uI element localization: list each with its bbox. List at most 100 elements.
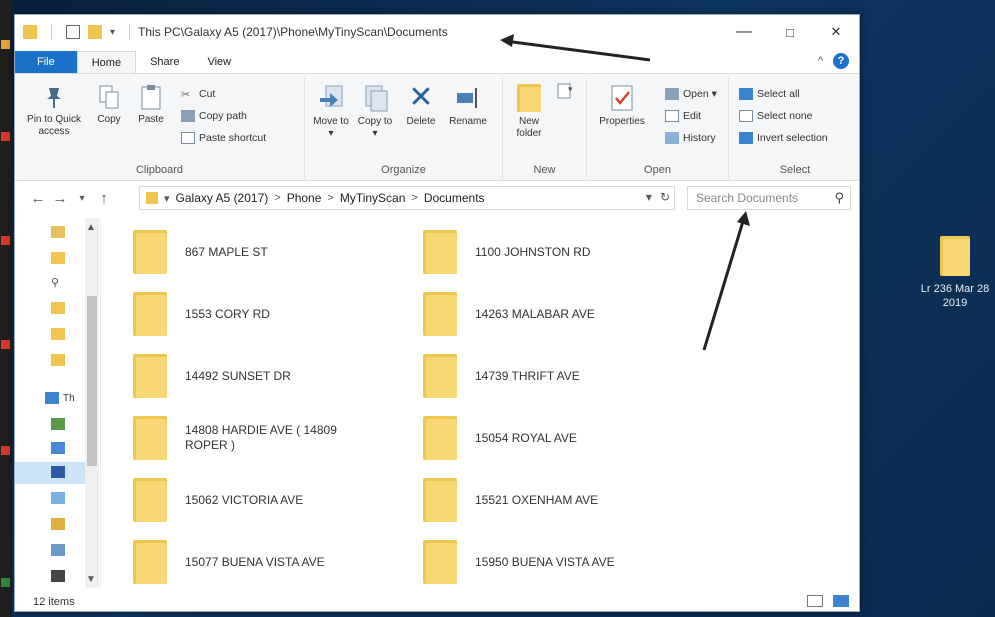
select-none-button[interactable]: Select none bbox=[739, 110, 812, 122]
desktop-shortcut-icon[interactable] bbox=[1, 40, 10, 49]
customize-qat-icon[interactable]: ▾ bbox=[110, 27, 115, 38]
maximize-button[interactable]: □ bbox=[767, 15, 813, 49]
search-input[interactable]: Search Documents bbox=[696, 191, 798, 205]
folder-item[interactable]: 15077 BUENA VISTA AVE bbox=[133, 540, 385, 584]
tab-home[interactable]: Home bbox=[76, 51, 137, 73]
nav-scroll-thumb[interactable] bbox=[87, 296, 97, 466]
up-arrow-icon[interactable]: ↑ bbox=[93, 190, 115, 207]
search-icon: ⚲ bbox=[51, 277, 60, 289]
breadcrumb-phone[interactable]: Phone bbox=[287, 191, 322, 205]
back-arrow-icon[interactable]: ← bbox=[27, 190, 49, 207]
nav-item[interactable]: ⚲ bbox=[51, 276, 65, 289]
nav-item[interactable] bbox=[51, 354, 65, 366]
desktop-shortcut-icon[interactable] bbox=[1, 578, 10, 587]
copy-button[interactable]: Copy bbox=[91, 84, 127, 126]
folder-item[interactable]: 14263 MALABAR AVE bbox=[423, 292, 675, 336]
nav-item[interactable] bbox=[51, 226, 65, 238]
folder-name: 14808 HARDIE AVE ( 14809 ROPER ) bbox=[185, 423, 337, 452]
invert-selection-button[interactable]: Invert selection bbox=[739, 132, 828, 144]
nav-item[interactable] bbox=[51, 442, 65, 454]
desktop-folder-icon[interactable]: Lr 236 Mar 28 2019 bbox=[920, 236, 990, 310]
folder-item[interactable]: 15062 VICTORIA AVE bbox=[133, 478, 385, 522]
nav-item[interactable] bbox=[51, 492, 65, 504]
scroll-down-arrow-icon[interactable]: ▼ bbox=[86, 574, 96, 585]
folder-item[interactable]: 14492 SUNSET DR bbox=[133, 354, 385, 398]
cut-button[interactable]: ✂ Cut bbox=[181, 88, 215, 101]
desktop-shortcut-icon[interactable] bbox=[1, 446, 10, 455]
desktop-folder-label: Lr 236 Mar 28 2019 bbox=[920, 283, 990, 309]
folder-icon bbox=[423, 292, 457, 336]
paste-shortcut-button[interactable]: Paste shortcut bbox=[181, 132, 266, 144]
address-bar[interactable]: ▾ Galaxy A5 (2017) > Phone > MyTinyScan … bbox=[139, 186, 675, 210]
folder-item[interactable]: 14739 THRIFT AVE bbox=[423, 354, 675, 398]
nav-item[interactable] bbox=[51, 570, 65, 582]
desktop-shortcut-icon[interactable] bbox=[1, 236, 10, 245]
breadcrumb-mytinyscan[interactable]: MyTinyScan bbox=[340, 191, 406, 205]
tab-share[interactable]: Share bbox=[136, 51, 193, 73]
properties-qat-icon[interactable] bbox=[66, 25, 80, 39]
new-folder-icon bbox=[517, 84, 541, 112]
nav-item[interactable] bbox=[51, 466, 65, 478]
details-view-icon[interactable] bbox=[807, 595, 823, 607]
select-all-button[interactable]: Select all bbox=[739, 88, 800, 100]
folder-item[interactable]: 1553 CORY RD bbox=[133, 292, 385, 336]
breadcrumb-separator-icon[interactable]: > bbox=[274, 192, 280, 204]
folder-item[interactable]: 867 MAPLE ST bbox=[133, 230, 385, 274]
folder-item[interactable]: 15054 ROYAL AVE bbox=[423, 416, 675, 460]
nav-item[interactable] bbox=[51, 328, 65, 340]
folder-icon bbox=[423, 354, 457, 398]
refresh-icon[interactable]: ↻ bbox=[660, 190, 670, 204]
breadcrumb-documents[interactable]: Documents bbox=[424, 191, 485, 205]
folder-item[interactable]: 15521 OXENHAM AVE bbox=[423, 478, 675, 522]
search-icon[interactable]: ⚲ bbox=[834, 190, 844, 206]
nav-item[interactable] bbox=[51, 418, 65, 430]
address-dropdown-icon[interactable]: ▾ bbox=[646, 190, 652, 204]
forward-arrow-icon[interactable]: → bbox=[49, 190, 71, 207]
copy-icon bbox=[98, 84, 120, 110]
pin-to-quick-access-button[interactable]: Pin to Quick access bbox=[21, 84, 87, 138]
breadcrumb-root-chevron-icon[interactable]: ▾ bbox=[164, 192, 170, 205]
breadcrumb-galaxy[interactable]: Galaxy A5 (2017) bbox=[176, 191, 269, 205]
edit-icon bbox=[665, 110, 679, 122]
nav-item[interactable] bbox=[51, 252, 65, 264]
folder-item[interactable]: 1100 JOHNSTON RD bbox=[423, 230, 675, 274]
new-folder-button[interactable]: New folder bbox=[511, 84, 547, 140]
tab-file[interactable]: File bbox=[15, 51, 77, 73]
breadcrumb-separator-icon[interactable]: > bbox=[327, 192, 333, 204]
move-to-button[interactable]: Move to ▾ bbox=[311, 84, 351, 140]
new-item-icon: ▾ bbox=[554, 82, 576, 104]
copy-path-button[interactable]: Copy path bbox=[181, 110, 247, 122]
navigation-bar: ← → ▾ ↑ ▾ Galaxy A5 (2017) > Phone > MyT… bbox=[15, 181, 859, 215]
rename-button[interactable]: Rename bbox=[445, 84, 491, 128]
close-button[interactable]: ✕ bbox=[813, 15, 859, 49]
history-button[interactable]: History bbox=[665, 132, 716, 144]
folder-item[interactable]: 14808 HARDIE AVE ( 14809 ROPER ) bbox=[133, 416, 365, 460]
collapse-ribbon-icon[interactable]: ^ bbox=[818, 55, 823, 67]
delete-button[interactable]: ✕ Delete bbox=[401, 83, 441, 128]
paste-button[interactable]: Paste bbox=[131, 84, 171, 126]
help-icon[interactable]: ? bbox=[833, 53, 849, 69]
properties-button[interactable]: Properties bbox=[593, 84, 651, 128]
nav-item[interactable] bbox=[51, 518, 65, 530]
desktop-shortcut-icon[interactable] bbox=[1, 340, 10, 349]
nav-item[interactable] bbox=[51, 302, 65, 314]
search-box[interactable]: Search Documents ⚲ bbox=[687, 186, 851, 210]
breadcrumb-separator-icon[interactable]: > bbox=[411, 192, 417, 204]
new-item-button[interactable]: ▾ bbox=[551, 82, 579, 108]
new-folder-qat-icon[interactable] bbox=[88, 25, 102, 39]
recent-locations-chevron-icon[interactable]: ▾ bbox=[71, 193, 93, 204]
tab-view[interactable]: View bbox=[193, 51, 245, 73]
edit-button[interactable]: Edit bbox=[665, 110, 701, 122]
copy-to-button[interactable]: Copy to ▾ bbox=[355, 84, 395, 140]
select-none-icon bbox=[739, 110, 753, 122]
desktop-shortcut-icon[interactable] bbox=[1, 132, 10, 141]
large-icons-view-icon[interactable] bbox=[833, 595, 849, 607]
nav-item[interactable] bbox=[51, 544, 65, 556]
folder-item[interactable]: 15950 BUENA VISTA AVE bbox=[423, 540, 675, 584]
minimize-button[interactable]: — bbox=[721, 15, 767, 49]
scroll-up-arrow-icon[interactable]: ▲ bbox=[86, 222, 96, 233]
nav-item-this-pc[interactable]: Th bbox=[45, 392, 75, 404]
nav-selection-highlight bbox=[15, 462, 85, 484]
folder-icon bbox=[423, 416, 457, 460]
open-button[interactable]: Open ▾ bbox=[665, 88, 717, 100]
